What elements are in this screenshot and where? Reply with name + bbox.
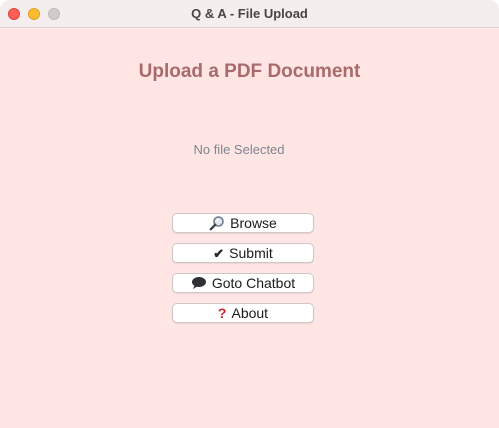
browse-button[interactable]: Browse xyxy=(172,213,314,233)
browse-button-label: Browse xyxy=(230,215,277,231)
goto-chatbot-button-label: Goto Chatbot xyxy=(211,275,296,291)
submit-button[interactable]: ✔ Submit xyxy=(172,243,314,263)
title-bar[interactable]: Q & A - File Upload xyxy=(0,0,499,28)
page-title: Upload a PDF Document xyxy=(138,61,361,82)
app-window: Q & A - File Upload Upload a PDF Documen… xyxy=(0,0,499,428)
submit-button-label: Submit xyxy=(229,245,273,261)
file-status-label: No file Selected xyxy=(193,142,285,157)
window-title: Q & A - File Upload xyxy=(191,6,308,21)
goto-chatbot-button[interactable]: Goto Chatbot xyxy=(172,273,314,293)
speech-bubble-icon xyxy=(191,276,207,290)
check-mark-icon: ✔ xyxy=(213,245,225,261)
about-button[interactable]: ? About xyxy=(172,303,314,323)
about-button-label: About xyxy=(231,305,269,321)
magnifying-glass-icon xyxy=(209,215,225,231)
question-mark-icon: ? xyxy=(217,305,227,321)
